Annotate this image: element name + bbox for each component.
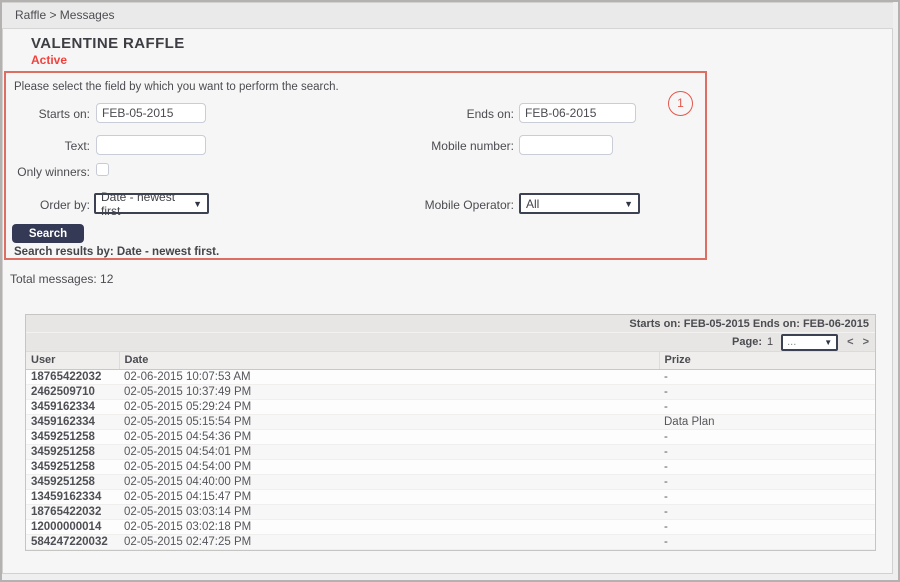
table-row: 345925125802-05-2015 04:54:00 PM- bbox=[26, 459, 875, 474]
user-cell: 3459251258 bbox=[26, 474, 119, 489]
date-cell: 02-06-2015 10:07:53 AM bbox=[119, 369, 659, 384]
prize-cell: - bbox=[659, 534, 875, 549]
table-row: 345916233402-05-2015 05:29:24 PM- bbox=[26, 399, 875, 414]
user-cell: 3459251258 bbox=[26, 459, 119, 474]
user-cell: 18765422032 bbox=[26, 369, 119, 384]
date-cell: 02-05-2015 03:03:14 PM bbox=[119, 504, 659, 519]
table-row: 345925125802-05-2015 04:54:36 PM- bbox=[26, 429, 875, 444]
order-by-label: Order by: bbox=[6, 198, 90, 212]
only-winners-label: Only winners: bbox=[6, 165, 90, 179]
date-cell: 02-05-2015 04:54:00 PM bbox=[119, 459, 659, 474]
search-panel: Please select the field by which you wan… bbox=[4, 71, 707, 260]
date-cell: 02-05-2015 04:54:01 PM bbox=[119, 444, 659, 459]
raffle-messages-page: Raffle > Messages VALENTINE RAFFLE Activ… bbox=[0, 0, 900, 582]
mobile-operator-label: Mobile Operator: bbox=[386, 198, 514, 212]
table-date-range-bar: Starts on: FEB-05-2015 Ends on: FEB-06-2… bbox=[26, 315, 875, 333]
table-row: 345925125802-05-2015 04:40:00 PM- bbox=[26, 474, 875, 489]
table-pager-bar: Page: 1 ... ▼ < > bbox=[26, 333, 875, 352]
messages-grid: User Date Prize 1876542203202-06-2015 10… bbox=[26, 352, 875, 550]
prize-cell: - bbox=[659, 444, 875, 459]
col-header-date: Date bbox=[119, 352, 659, 369]
user-cell: 3459251258 bbox=[26, 429, 119, 444]
page-label: Page: bbox=[732, 336, 762, 348]
messages-table: Starts on: FEB-05-2015 Ends on: FEB-06-2… bbox=[25, 314, 876, 551]
date-cell: 02-05-2015 05:15:54 PM bbox=[119, 414, 659, 429]
next-page-button[interactable]: > bbox=[863, 336, 869, 348]
table-header-row: User Date Prize bbox=[26, 352, 875, 369]
table-row: 345916233402-05-2015 05:15:54 PMData Pla… bbox=[26, 414, 875, 429]
user-cell: 3459162334 bbox=[26, 399, 119, 414]
breadcrumb[interactable]: Raffle > Messages bbox=[2, 3, 893, 29]
prize-cell: - bbox=[659, 489, 875, 504]
text-label: Text: bbox=[6, 139, 90, 153]
text-input[interactable] bbox=[96, 135, 206, 155]
search-button[interactable]: Search bbox=[12, 224, 84, 243]
prize-cell: - bbox=[659, 459, 875, 474]
page-number: 1 bbox=[767, 336, 773, 348]
table-row: 345925125802-05-2015 04:54:01 PM- bbox=[26, 444, 875, 459]
table-row: 58424722003202-05-2015 02:47:25 PM- bbox=[26, 534, 875, 549]
total-messages-text: Total messages: 12 bbox=[10, 272, 113, 286]
user-cell: 13459162334 bbox=[26, 489, 119, 504]
page-title: VALENTINE RAFFLE bbox=[31, 35, 185, 52]
table-row: 1876542203202-05-2015 03:03:14 PM- bbox=[26, 504, 875, 519]
date-cell: 02-05-2015 04:54:36 PM bbox=[119, 429, 659, 444]
user-cell: 584247220032 bbox=[26, 534, 119, 549]
ends-on-input[interactable] bbox=[519, 103, 636, 123]
prize-cell: - bbox=[659, 519, 875, 534]
date-cell: 02-05-2015 04:15:47 PM bbox=[119, 489, 659, 504]
prize-cell: Data Plan bbox=[659, 414, 875, 429]
mobile-number-label: Mobile number: bbox=[386, 139, 514, 153]
col-header-prize: Prize bbox=[659, 352, 875, 369]
starts-on-label: Starts on: bbox=[6, 107, 90, 121]
search-instruction: Please select the field by which you wan… bbox=[14, 81, 339, 93]
user-cell: 18765422032 bbox=[26, 504, 119, 519]
mobile-operator-value: All bbox=[526, 197, 539, 211]
breadcrumb-label: Raffle > Messages bbox=[15, 8, 115, 22]
prev-page-button[interactable]: < bbox=[847, 336, 853, 348]
table-row: 1200000001402-05-2015 03:02:18 PM- bbox=[26, 519, 875, 534]
chevron-down-icon: ▼ bbox=[824, 338, 832, 347]
only-winners-checkbox[interactable] bbox=[96, 163, 109, 176]
order-by-select[interactable]: Date - newest first ▼ bbox=[94, 193, 209, 214]
prize-cell: - bbox=[659, 399, 875, 414]
table-row: 1345916233402-05-2015 04:15:47 PM- bbox=[26, 489, 875, 504]
prize-cell: - bbox=[659, 504, 875, 519]
chevron-down-icon: ▼ bbox=[624, 199, 633, 209]
col-header-user: User bbox=[26, 352, 119, 369]
date-cell: 02-05-2015 02:47:25 PM bbox=[119, 534, 659, 549]
table-row: 246250971002-05-2015 10:37:49 PM- bbox=[26, 384, 875, 399]
user-cell: 12000000014 bbox=[26, 519, 119, 534]
date-cell: 02-05-2015 03:02:18 PM bbox=[119, 519, 659, 534]
user-cell: 3459251258 bbox=[26, 444, 119, 459]
prize-cell: - bbox=[659, 429, 875, 444]
chevron-down-icon: ▼ bbox=[193, 199, 202, 209]
order-by-value: Date - newest first bbox=[101, 190, 187, 218]
annotation-circle-1: 1 bbox=[668, 91, 693, 116]
prize-cell: - bbox=[659, 474, 875, 489]
search-results-by-text: Search results by: Date - newest first. bbox=[14, 246, 219, 258]
prize-cell: - bbox=[659, 384, 875, 399]
table-row: 1876542203202-06-2015 10:07:53 AM- bbox=[26, 369, 875, 384]
mobile-operator-select[interactable]: All ▼ bbox=[519, 193, 640, 214]
page-select-value: ... bbox=[787, 336, 796, 348]
table-date-range-label: Starts on: FEB-05-2015 Ends on: FEB-06-2… bbox=[629, 318, 869, 330]
date-cell: 02-05-2015 10:37:49 PM bbox=[119, 384, 659, 399]
mobile-number-input[interactable] bbox=[519, 135, 613, 155]
date-cell: 02-05-2015 04:40:00 PM bbox=[119, 474, 659, 489]
date-cell: 02-05-2015 05:29:24 PM bbox=[119, 399, 659, 414]
status-badge: Active bbox=[31, 53, 67, 67]
starts-on-input[interactable] bbox=[96, 103, 206, 123]
user-cell: 2462509710 bbox=[26, 384, 119, 399]
page-select[interactable]: ... ▼ bbox=[781, 334, 838, 351]
ends-on-label: Ends on: bbox=[386, 107, 514, 121]
prize-cell: - bbox=[659, 369, 875, 384]
user-cell: 3459162334 bbox=[26, 414, 119, 429]
